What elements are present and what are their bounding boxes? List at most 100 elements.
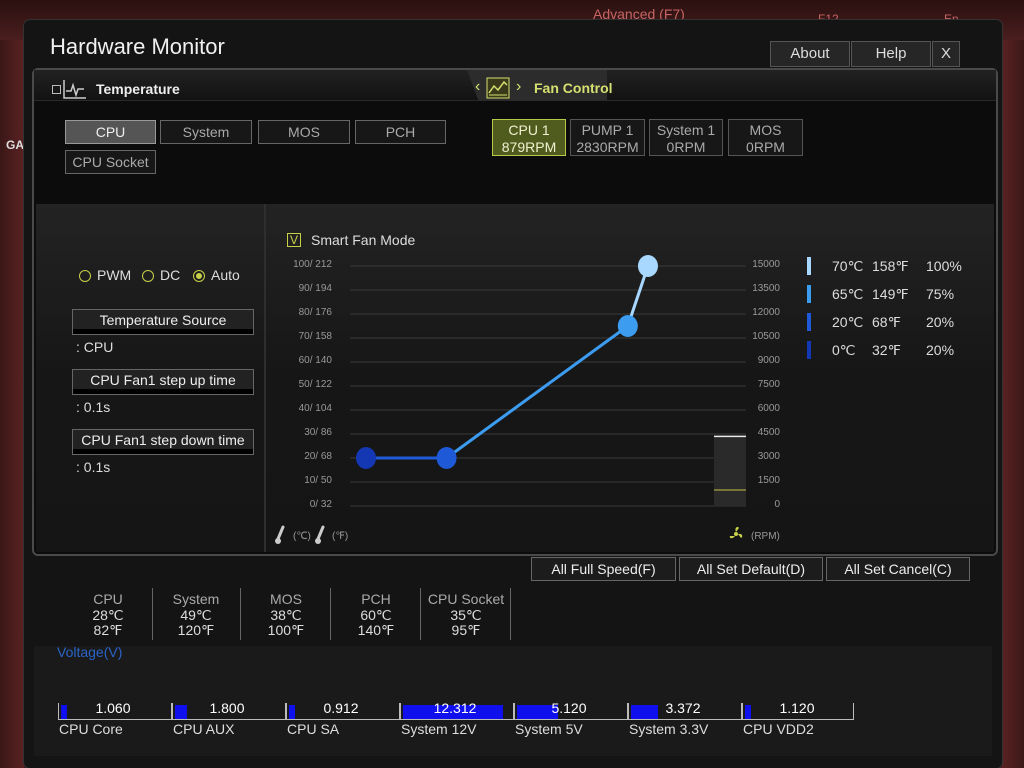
fan-control-panel: Temperature ‹ › Fan Control CPU System M… [32, 68, 998, 556]
voltage-value: 12.312 [433, 700, 477, 716]
y-left-tick-label: 30/ 86 [304, 427, 332, 438]
temp-summary-cpu-socket: CPU Socket 35℃ 95℉ [422, 591, 510, 639]
voltage-label: System 12V [401, 721, 477, 737]
about-button[interactable]: About [770, 41, 850, 67]
temp-summary-celsius: 49℃ [180, 606, 212, 623]
temp-summary-system: System 49℃ 120℉ [152, 591, 240, 639]
temp-summary-fahrenheit: 120℉ [177, 622, 215, 638]
legend-color-bar [807, 341, 811, 359]
voltage-value: 0.912 [323, 700, 359, 716]
y-right-tick-label: 4500 [757, 427, 780, 438]
y-left-tick-label: 90/ 194 [298, 283, 332, 294]
bios-background-right [1002, 40, 1024, 768]
voltage-label: CPU AUX [173, 721, 235, 737]
all-set-default-button[interactable]: All Set Default(D) [679, 557, 823, 581]
legend-percent: 75% [926, 286, 955, 302]
legend-percent: 20% [926, 314, 955, 330]
voltage-label: CPU SA [287, 721, 340, 737]
voltage-label: System 5V [515, 721, 583, 737]
voltage-title: Voltage(V) [57, 644, 123, 660]
bg-side-label: GA [6, 138, 24, 152]
all-full-speed-button[interactable]: All Full Speed(F) [531, 557, 676, 581]
y-right-tick-label: 9000 [757, 355, 780, 366]
hardware-monitor-window: Hardware Monitor About Help X Temperatur… [24, 20, 1002, 768]
legend-color-bar [807, 257, 811, 275]
temp-summary-fahrenheit: 95℉ [451, 622, 481, 638]
voltage-value: 5.120 [551, 700, 587, 716]
y-right-tick-label: 1500 [757, 475, 780, 486]
y-left-tick-label: 80/ 176 [298, 307, 332, 318]
curve-point-handle[interactable] [637, 255, 658, 277]
legend-fahrenheit: 68℉ [872, 314, 901, 330]
y-left-tick-label: 60/ 140 [298, 355, 332, 366]
curve-segment [445, 324, 629, 460]
y-right-tick-label: 0 [774, 499, 780, 510]
voltage-section [34, 646, 992, 756]
help-button[interactable]: Help [851, 41, 931, 67]
thermometer-fahrenheit-icon [315, 525, 325, 544]
celsius-unit-label: (℃) [293, 531, 311, 542]
temp-summary-celsius: 35℃ [450, 606, 482, 623]
temp-summary-divider [510, 588, 511, 640]
thermometer-celsius-icon [275, 525, 285, 544]
rpm-unit-label: (RPM) [751, 531, 780, 542]
legend-color-bar [807, 313, 811, 331]
legend-fahrenheit: 158℉ [872, 258, 909, 274]
fan-curve-chart[interactable] [34, 70, 996, 554]
fan-icon [729, 527, 743, 539]
legend-color-bar [807, 285, 811, 303]
voltage-value: 1.120 [779, 700, 815, 716]
fahrenheit-unit-label: (℉) [332, 531, 349, 542]
temp-summary-name: PCH [361, 591, 391, 607]
voltage-bar-fill [61, 705, 67, 719]
voltage-bar-fill [175, 705, 187, 719]
y-left-tick-label: 20/ 68 [304, 451, 332, 462]
y-right-tick-label: 7500 [757, 379, 780, 390]
curve-point-handle[interactable] [617, 315, 638, 337]
y-right-tick-label: 6000 [757, 403, 780, 414]
y-right-tick-label: 12000 [752, 307, 780, 318]
legend-fahrenheit: 32℉ [872, 342, 901, 358]
voltage-label: System 3.3V [629, 721, 709, 737]
legend-celsius: 70℃ [832, 258, 864, 274]
legend-percent: 100% [926, 258, 962, 274]
y-left-tick-label: 0/ 32 [309, 499, 332, 510]
y-right-tick-label: 15000 [752, 259, 780, 270]
voltage-bar-fill [289, 705, 295, 719]
temp-summary-mos: MOS 38℃ 100℉ [242, 591, 330, 639]
curve-point-handle[interactable] [436, 447, 457, 469]
y-left-tick-label: 70/ 158 [298, 331, 332, 342]
temp-summary-fahrenheit: 140℉ [357, 622, 395, 638]
legend-percent: 20% [926, 342, 955, 358]
all-set-cancel-button[interactable]: All Set Cancel(C) [826, 557, 970, 581]
temp-summary-name: System [172, 591, 220, 607]
legend-fahrenheit: 149℉ [872, 286, 909, 302]
temp-summary-celsius: 60℃ [360, 606, 392, 623]
temp-summary-name: MOS [270, 591, 302, 607]
temp-summary-divider [420, 588, 421, 640]
temp-summary-fahrenheit: 100℉ [267, 622, 305, 638]
temp-summary-name: CPU Socket [427, 591, 505, 607]
y-right-tick-label: 13500 [752, 283, 780, 294]
voltage-value: 3.372 [665, 700, 701, 716]
temp-summary-fahrenheit: 82℉ [93, 622, 123, 638]
voltage-label: CPU VDD2 [743, 721, 814, 737]
y-left-tick-label: 100/ 212 [293, 259, 332, 270]
temp-summary-cpu: CPU 28℃ 82℉ [64, 591, 152, 639]
window-title: Hardware Monitor [50, 34, 225, 59]
curve-point-handle[interactable] [356, 447, 376, 469]
legend-celsius: 20℃ [832, 314, 864, 330]
y-right-tick-label: 3000 [757, 451, 780, 462]
temp-summary-name: CPU [93, 591, 123, 607]
voltage-bar-fill [745, 705, 751, 719]
current-level-area [714, 436, 746, 506]
close-button[interactable]: X [932, 41, 960, 67]
voltage-value: 1.800 [209, 700, 245, 716]
temp-summary-pch: PCH 60℃ 140℉ [332, 591, 420, 639]
temp-summary-celsius: 28℃ [92, 606, 124, 623]
temp-summary-divider [330, 588, 331, 640]
temp-summary-celsius: 38℃ [270, 606, 302, 623]
legend-celsius: 0℃ [832, 342, 856, 358]
y-left-tick-label: 10/ 50 [304, 475, 332, 486]
voltage-value: 1.060 [95, 700, 131, 716]
